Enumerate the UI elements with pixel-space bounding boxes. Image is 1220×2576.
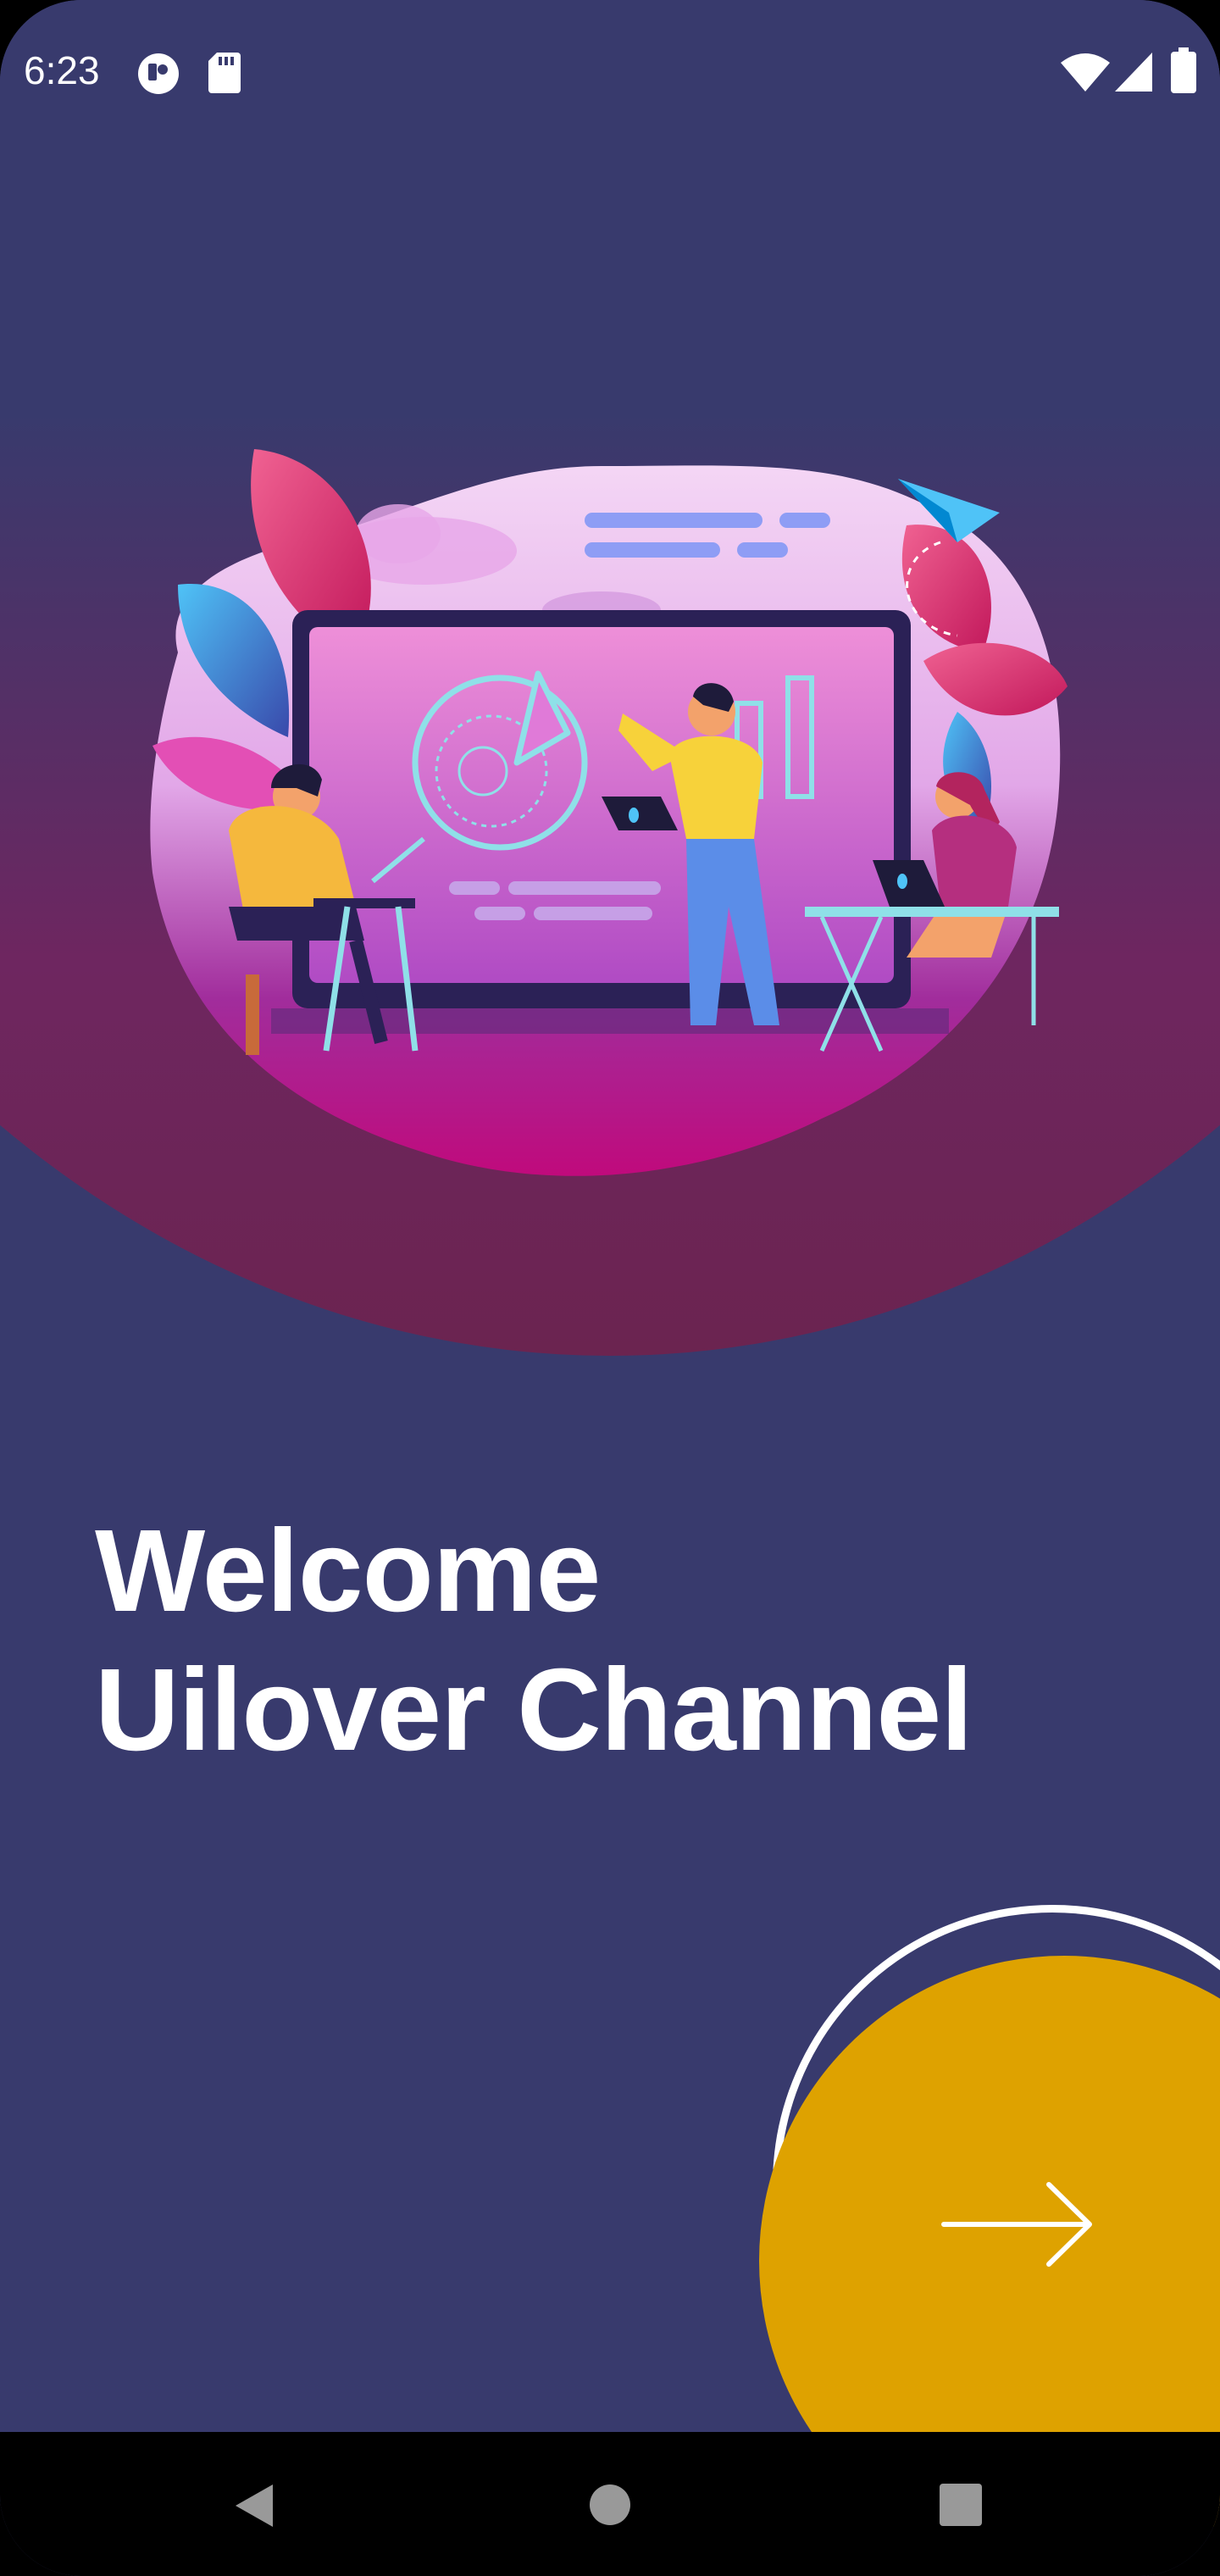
navigation-bar <box>0 2432 1220 2576</box>
status-time: 6:23 <box>24 48 100 92</box>
sd-card-icon <box>208 53 241 93</box>
home-icon <box>590 2484 630 2525</box>
recents-icon <box>940 2484 982 2526</box>
welcome-screen: 6:23 Welcome Uilover Channel <box>0 0 1220 2576</box>
status-bar: 6:23 <box>0 0 1220 144</box>
recents-button[interactable] <box>876 2432 1045 2576</box>
arrow-right-icon[interactable] <box>940 2179 1096 2269</box>
notification-app-icon <box>138 53 179 94</box>
wifi-icon <box>1061 53 1110 92</box>
cell-signal-icon <box>1115 53 1152 92</box>
welcome-heading: Welcome Uilover Channel <box>95 1502 973 1779</box>
back-icon <box>236 2484 273 2527</box>
team-presentation-illustration <box>150 449 1068 1176</box>
welcome-line-1: Welcome <box>95 1506 601 1636</box>
welcome-line-2: Uilover Channel <box>95 1645 973 1775</box>
battery-icon <box>1171 47 1196 93</box>
home-button[interactable] <box>525 2432 695 2576</box>
back-button[interactable] <box>169 2432 339 2576</box>
